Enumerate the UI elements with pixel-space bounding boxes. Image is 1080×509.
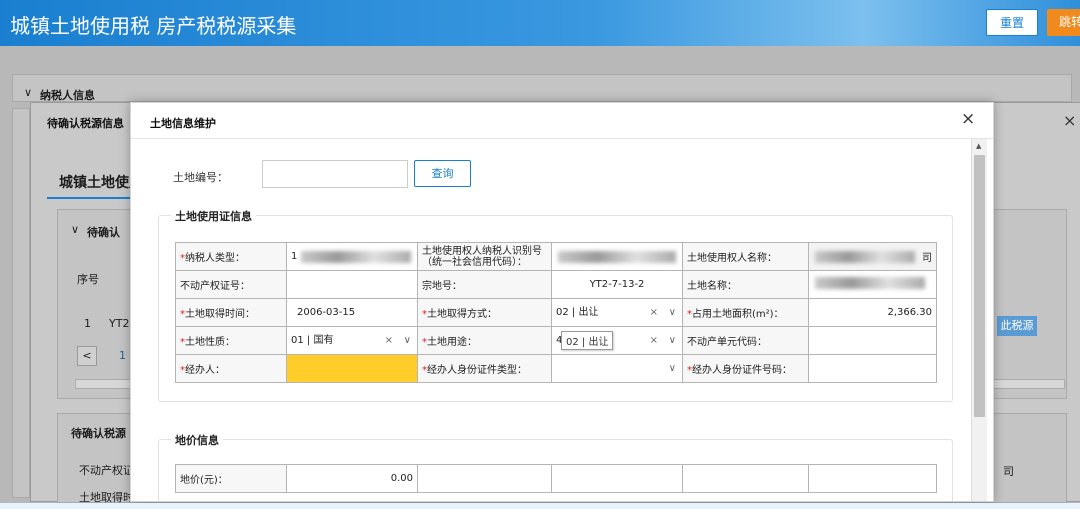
scroll-up-icon[interactable]: ▲ — [976, 142, 981, 150]
page-prev-button[interactable]: < — [77, 346, 97, 366]
land-name-value[interactable] — [808, 270, 937, 299]
redacted-blur — [301, 251, 411, 263]
user-id-label: 土地使用权人纳税人识别号（统一社会信用代码）： — [417, 242, 552, 271]
query-button[interactable]: 查询 — [414, 160, 471, 187]
table-row: 不动产权证号： 宗地号： YT2-7-13-2 土地名称： — [175, 270, 937, 299]
tab-active-underline — [47, 197, 137, 199]
app-header: 城镇土地使用税 房产税税源采集 重置 跳转 — [0, 0, 1080, 46]
handler-id-type-label: *经办人身份证件类型： — [417, 354, 552, 383]
chevron-down-icon[interactable]: ∨ — [404, 328, 411, 354]
parcel-no-value[interactable]: YT2-7-13-2 — [551, 270, 683, 299]
user-name-label: 土地使用权人名称： — [682, 242, 809, 271]
reset-button[interactable]: 重置 — [986, 9, 1038, 36]
user-id-value — [551, 242, 683, 271]
clear-icon[interactable]: × — [650, 328, 658, 354]
taxpayer-info-panel — [12, 74, 1072, 102]
option-tooltip: 02 | 出让 — [561, 331, 614, 350]
table-row: *经办人： *经办人身份证件类型： ∨ *经办人身份证件号码： — [175, 354, 937, 383]
land-no-input[interactable] — [262, 160, 408, 188]
user-name-value: 司 — [808, 242, 937, 271]
unit-code-label: 不动产单元代码： — [682, 326, 809, 355]
land-info-modal: 土地信息维护 × 土地编号： 查询 土地使用证信息 *纳税人类型： 1 土地使用… — [130, 102, 994, 502]
this-source-button[interactable]: 此税源 — [997, 316, 1037, 336]
page-number[interactable]: 1 — [119, 349, 126, 362]
redacted-blur — [558, 251, 676, 263]
acquire-method-select[interactable]: 02 | 出让 × ∨ — [551, 298, 683, 327]
land-no-label: 土地编号： — [173, 171, 228, 184]
close-icon[interactable]: × — [961, 109, 975, 129]
area-label: *占用土地面积(m²)： — [682, 298, 809, 327]
clear-icon[interactable]: × — [650, 300, 658, 326]
land-info-modal-title: 土地信息维护 — [150, 117, 216, 130]
row-seq: 1 — [84, 317, 91, 330]
land-price-section-title: 地价信息 — [171, 432, 223, 448]
jump-button[interactable]: 跳转 — [1047, 9, 1080, 36]
cert-no-label: 不动产权证号： — [175, 270, 287, 299]
pending-source-heading: 待确认税源 — [71, 427, 126, 440]
taxpayer-info-heading: 纳税人信息 — [40, 89, 95, 102]
pending-source-close-icon[interactable]: × — [1063, 111, 1076, 130]
status-bar — [0, 503, 1080, 509]
table-row: *纳税人类型： 1 土地使用权人纳税人识别号（统一社会信用代码）： 土地使用权人… — [175, 242, 937, 271]
land-price-table: 地价(元)： 0.00 — [175, 464, 937, 493]
acquire-method-label: *土地取得方式： — [417, 298, 552, 327]
land-nature-label: *土地性质： — [175, 326, 287, 355]
handler-id-no-input[interactable] — [808, 354, 937, 383]
land-price-value[interactable]: 0.00 — [286, 464, 418, 493]
real-estate-label: 不动产权证 — [79, 464, 134, 477]
pending-chevron-icon: ∨ — [71, 223, 80, 236]
acquire-time-label: *土地取得时间： — [175, 298, 287, 327]
vertical-scrollbar[interactable]: ▲ — [971, 139, 987, 501]
table-row: 地价(元)： 0.00 — [175, 464, 937, 493]
area-value[interactable]: 2,366.30 — [808, 298, 937, 327]
chevron-down-icon[interactable]: ∨ — [669, 356, 676, 382]
acquire-time-value[interactable]: 2006-03-15 — [286, 298, 418, 327]
chevron-down-icon[interactable]: ∨ — [669, 300, 676, 326]
parcel-no-label: 宗地号： — [417, 270, 552, 299]
scrollbar-thumb[interactable] — [974, 155, 985, 417]
pending-sub-heading: 待确认 — [87, 226, 120, 239]
chevron-down-icon[interactable]: ∨ — [669, 328, 676, 354]
handler-input[interactable] — [286, 354, 418, 383]
handler-id-type-select[interactable]: ∨ — [551, 354, 683, 383]
taxpayer-type-label: *纳税人类型： — [175, 242, 287, 271]
handler-label: *经办人： — [175, 354, 287, 383]
taxpayer-type-value[interactable]: 1 — [286, 242, 418, 271]
land-nature-select[interactable]: 01 | 国有 × ∨ — [286, 326, 418, 355]
land-cert-table: *纳税人类型： 1 土地使用权人纳税人识别号（统一社会信用代码）： 土地使用权人… — [175, 242, 937, 383]
company-cell: 司 — [1003, 465, 1014, 478]
clear-icon[interactable]: × — [385, 328, 393, 354]
pending-source-modal-title: 待确认税源信息 — [47, 117, 124, 130]
col-seq-header: 序号 — [77, 273, 99, 286]
handler-id-no-label: *经办人身份证件号码： — [682, 354, 809, 383]
page-title: 城镇土地使用税 房产税税源采集 — [10, 14, 297, 38]
modal-title-divider — [131, 138, 993, 139]
land-price-label: 地价(元)： — [175, 464, 287, 493]
redacted-blur — [815, 251, 915, 263]
land-cert-section-title: 土地使用证信息 — [171, 208, 256, 224]
cert-no-value[interactable] — [286, 270, 418, 299]
redacted-blur — [815, 277, 925, 289]
unit-code-value[interactable] — [808, 326, 937, 355]
land-name-label: 土地名称： — [682, 270, 809, 299]
land-use-label: *土地用途： — [417, 326, 552, 355]
table-row: *土地性质： 01 | 国有 × ∨ *土地用途： 4 × ∨ 不动产单元代码： — [175, 326, 937, 355]
bg-left-strip — [12, 108, 30, 498]
taxpayer-info-chevron-icon: ∨ — [24, 86, 33, 99]
table-row: *土地取得时间： 2006-03-15 *土地取得方式： 02 | 出让 × ∨ *… — [175, 298, 937, 327]
